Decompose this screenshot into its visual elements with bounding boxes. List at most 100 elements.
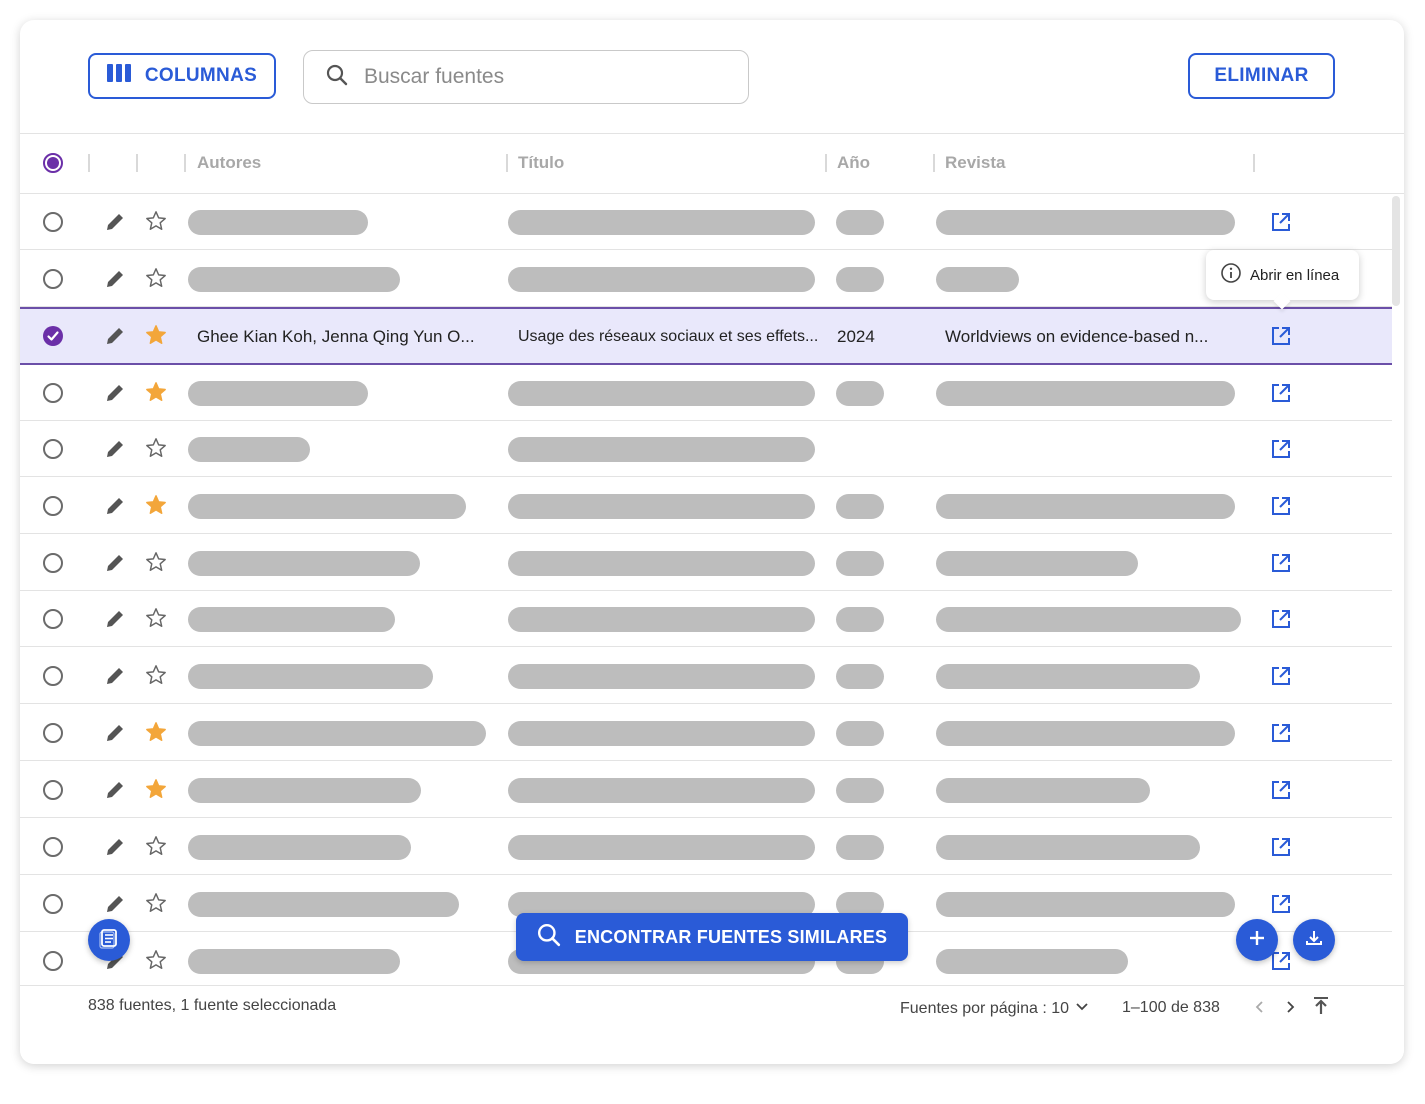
table-row[interactable] (20, 705, 1392, 761)
open-external-icon[interactable] (1270, 836, 1292, 858)
star-icon[interactable] (145, 210, 167, 232)
chevron-left-icon[interactable] (1252, 999, 1268, 1015)
columns-button[interactable]: COLUMNAS (88, 53, 276, 99)
row-radio[interactable] (43, 723, 63, 743)
table-row[interactable] (20, 762, 1392, 818)
authors-placeholder (188, 551, 420, 576)
select-all-radio[interactable] (43, 153, 63, 173)
open-external-icon[interactable] (1270, 665, 1292, 687)
row-radio[interactable] (43, 212, 63, 232)
row-radio[interactable] (43, 666, 63, 686)
edit-icon[interactable] (104, 665, 126, 687)
download-button[interactable] (1293, 919, 1335, 961)
rows-per-page-select[interactable]: Fuentes por página : 10 (900, 999, 1089, 1018)
journal-placeholder (936, 778, 1150, 803)
table-row[interactable] (20, 535, 1392, 591)
table-row-selected[interactable]: Ghee Kian Koh, Jenna Qing Yun O... Usage… (20, 307, 1392, 365)
delete-button[interactable]: ELIMINAR (1188, 53, 1335, 99)
table-row[interactable] (20, 365, 1392, 421)
edit-icon[interactable] (104, 552, 126, 574)
row-radio[interactable] (43, 951, 63, 971)
authors-placeholder (188, 892, 459, 917)
journal-placeholder (936, 892, 1235, 917)
vertical-scrollbar[interactable] (1392, 196, 1400, 306)
title-placeholder (508, 551, 815, 576)
open-external-icon[interactable] (1270, 438, 1292, 460)
authors-placeholder (188, 664, 433, 689)
column-separator[interactable] (1253, 154, 1255, 172)
upload-icon[interactable] (1311, 995, 1331, 1017)
edit-icon[interactable] (104, 438, 126, 460)
star-icon[interactable] (145, 892, 167, 914)
table-row[interactable] (20, 478, 1392, 534)
star-icon[interactable] (145, 437, 167, 459)
header-journal[interactable]: Revista (945, 134, 1005, 192)
table-row[interactable] (20, 421, 1392, 477)
authors-placeholder (188, 381, 368, 406)
edit-icon[interactable] (104, 382, 126, 404)
row-radio[interactable] (43, 837, 63, 857)
star-icon[interactable] (145, 835, 167, 857)
row-radio[interactable] (43, 496, 63, 516)
search-input[interactable] (362, 64, 706, 90)
row-radio-checked[interactable] (43, 326, 63, 346)
star-icon[interactable] (145, 381, 167, 403)
header-authors[interactable]: Autores (197, 134, 261, 192)
star-icon[interactable] (145, 324, 167, 346)
edit-icon[interactable] (104, 836, 126, 858)
star-icon[interactable] (145, 664, 167, 686)
find-similar-label: ENCONTRAR FUENTES SIMILARES (574, 926, 888, 947)
open-external-icon[interactable] (1270, 722, 1292, 744)
open-external-icon[interactable] (1270, 608, 1292, 630)
table-row[interactable] (20, 251, 1392, 307)
column-separator[interactable] (506, 154, 508, 172)
open-external-icon[interactable] (1270, 950, 1292, 972)
star-icon[interactable] (145, 949, 167, 971)
edit-icon[interactable] (104, 268, 126, 290)
star-icon[interactable] (145, 267, 167, 289)
title-placeholder (508, 778, 815, 803)
header-year[interactable]: Año (837, 134, 870, 192)
edit-icon[interactable] (104, 325, 126, 347)
edit-icon[interactable] (104, 211, 126, 233)
column-separator[interactable] (825, 154, 827, 172)
column-separator (136, 154, 138, 172)
open-external-icon[interactable] (1270, 325, 1292, 347)
column-separator[interactable] (933, 154, 935, 172)
row-radio[interactable] (43, 780, 63, 800)
star-icon[interactable] (145, 607, 167, 629)
row-radio[interactable] (43, 439, 63, 459)
table-row[interactable] (20, 591, 1392, 647)
star-icon[interactable] (145, 551, 167, 573)
year-placeholder (836, 835, 884, 860)
table-row[interactable] (20, 194, 1392, 250)
open-external-icon[interactable] (1270, 495, 1292, 517)
edit-icon[interactable] (104, 722, 126, 744)
star-icon[interactable] (145, 778, 167, 800)
add-button[interactable] (1236, 919, 1278, 961)
table-row[interactable] (20, 648, 1392, 704)
toolbar: COLUMNAS ELIMINAR (20, 20, 1404, 133)
header-title[interactable]: Título (518, 134, 564, 192)
row-radio[interactable] (43, 609, 63, 629)
star-icon[interactable] (145, 494, 167, 516)
notes-button[interactable] (88, 919, 130, 961)
row-radio[interactable] (43, 383, 63, 403)
edit-icon[interactable] (104, 608, 126, 630)
edit-icon[interactable] (104, 495, 126, 517)
year-placeholder (836, 778, 884, 803)
row-radio[interactable] (43, 269, 63, 289)
open-external-icon[interactable] (1270, 779, 1292, 801)
chevron-right-icon[interactable] (1282, 999, 1298, 1015)
row-radio[interactable] (43, 894, 63, 914)
table-row[interactable] (20, 819, 1392, 875)
edit-icon[interactable] (104, 779, 126, 801)
open-external-icon[interactable] (1270, 382, 1292, 404)
star-icon[interactable] (145, 721, 167, 743)
row-radio[interactable] (43, 553, 63, 573)
edit-icon[interactable] (104, 893, 126, 915)
open-external-icon[interactable] (1270, 211, 1292, 233)
open-external-icon[interactable] (1270, 552, 1292, 574)
open-external-icon[interactable] (1270, 893, 1292, 915)
find-similar-button[interactable]: ENCONTRAR FUENTES SIMILARES (516, 913, 908, 961)
